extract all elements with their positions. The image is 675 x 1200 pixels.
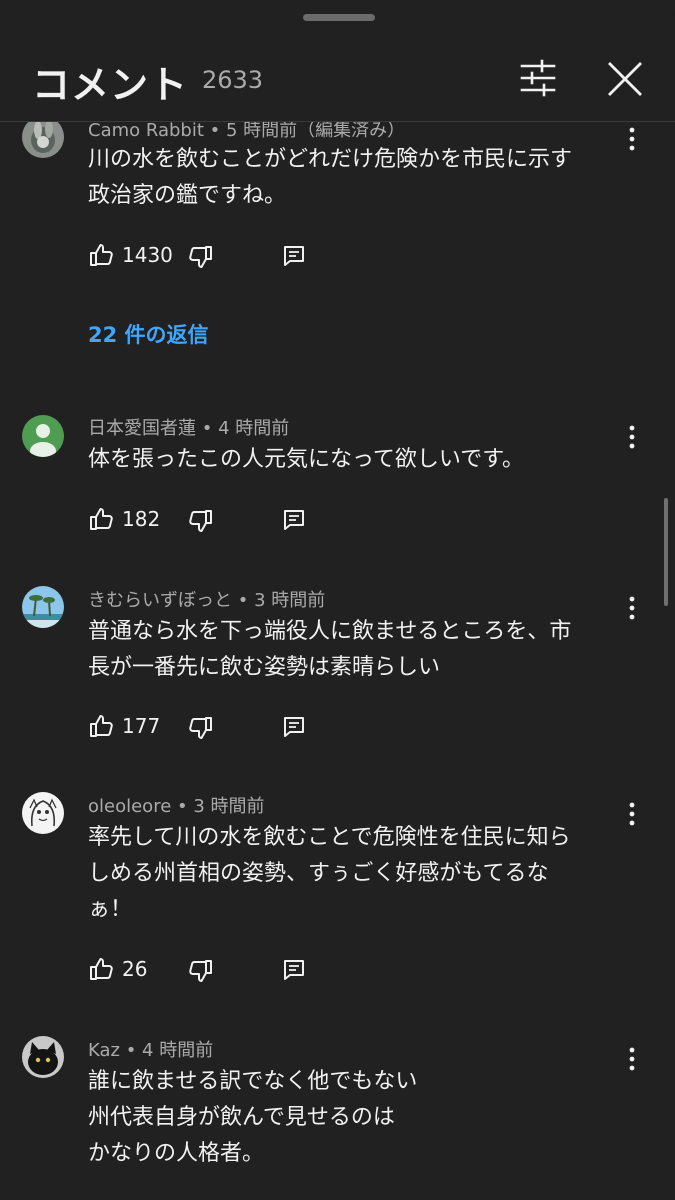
reply-icon[interactable] (282, 244, 306, 268)
thumb-up-icon[interactable] (88, 506, 114, 532)
comment-author[interactable]: Kaz (88, 1040, 120, 1061)
comment-time: 3 時間前 (193, 796, 265, 817)
comment-actions: 26 (88, 956, 328, 988)
avatar[interactable] (22, 415, 64, 457)
comment-menu-button[interactable] (622, 126, 642, 152)
scrollbar[interactable] (664, 498, 668, 606)
reply-icon[interactable] (282, 508, 306, 532)
comment-text: 川の水を飲むことがどれだけ危険かを市民に示す 政治家の鑑ですね。 (88, 147, 573, 208)
thumb-up-icon[interactable] (88, 956, 114, 982)
like-count: 26 (122, 957, 148, 981)
reply-icon[interactable] (282, 958, 306, 982)
comment-menu-button[interactable] (622, 424, 642, 450)
filter-icon (520, 59, 556, 97)
comment-text: 普通なら水を下っ端役人に飲ませるところを、市 長が一番先に飲む姿勢は素晴らしい (88, 619, 572, 680)
comment-meta: Camo Rabbit • 5 時間前（編集済み） (88, 122, 406, 141)
comment-menu-button[interactable] (622, 1046, 642, 1072)
comments-panel: コメント 2633 Camo Rabbit • 5 時間前（編集済み） 川の水を… (0, 0, 675, 1200)
like-count: 182 (122, 507, 161, 531)
comment-menu-button[interactable] (622, 801, 642, 827)
comment-meta: 日本愛国者蓮 • 4 時間前 (88, 418, 290, 439)
avatar[interactable] (22, 792, 64, 834)
comment-author[interactable]: oleoleore (88, 796, 171, 817)
comment-count: 2633 (202, 66, 264, 94)
thumb-down-icon[interactable] (188, 508, 214, 534)
drag-handle[interactable] (303, 14, 375, 21)
panel-header: コメント 2633 (0, 40, 675, 120)
more-vert-icon (629, 596, 635, 620)
more-vert-icon (629, 127, 635, 151)
comment-time: 5 時間前（編集済み） (225, 122, 406, 141)
comment-text: 率先して川の水を飲むことで危険性を住民に知ら しめる州首相の姿勢、すぅごく好感が… (88, 825, 571, 922)
close-icon (608, 62, 642, 96)
comment-time: 3 時間前 (254, 590, 326, 611)
thumb-up-icon[interactable] (88, 713, 114, 739)
comment-author[interactable]: きむらいずぼっと (88, 590, 232, 611)
comment-author[interactable]: 日本愛国者蓮 (88, 418, 196, 439)
comment-time: 4 時間前 (218, 418, 290, 439)
thumb-down-icon[interactable] (188, 958, 214, 984)
like-count: 1430 (122, 243, 173, 267)
more-vert-icon (629, 1047, 635, 1071)
comment-meta: Kaz • 4 時間前 (88, 1040, 214, 1061)
comment-actions: 1430 (88, 242, 328, 274)
comment-time: 4 時間前 (142, 1040, 214, 1061)
close-button[interactable] (604, 58, 646, 100)
comment-list[interactable]: Camo Rabbit • 5 時間前（編集済み） 川の水を飲むことがどれだけ危… (0, 122, 675, 1200)
more-vert-icon (629, 802, 635, 826)
comment-menu-button[interactable] (622, 595, 642, 621)
more-vert-icon (629, 425, 635, 449)
comment-text: 体を張ったこの人元気になって欲しいです。 (88, 447, 525, 472)
panel-title: コメント (32, 63, 189, 107)
sort-filter-button[interactable] (516, 58, 560, 98)
avatar[interactable] (22, 1036, 64, 1078)
comment-actions: 177 (88, 713, 328, 745)
comment-author[interactable]: Camo Rabbit (88, 122, 204, 141)
comment-text: 誰に飲ませる訳でなく他でもない 州代表自身が飲んで見せるのは かなりの人格者。 (88, 1069, 418, 1166)
comment-meta: きむらいずぼっと • 3 時間前 (88, 590, 326, 611)
avatar[interactable] (22, 586, 64, 628)
like-count: 177 (122, 714, 161, 738)
reply-icon[interactable] (282, 715, 306, 739)
comment-actions: 182 (88, 506, 328, 538)
thumb-down-icon[interactable] (188, 715, 214, 741)
avatar[interactable] (22, 122, 64, 158)
view-replies-link[interactable]: 22 件の返信 (88, 319, 209, 349)
thumb-down-icon[interactable] (188, 244, 214, 270)
comment-meta: oleoleore • 3 時間前 (88, 796, 265, 817)
thumb-up-icon[interactable] (88, 242, 114, 268)
